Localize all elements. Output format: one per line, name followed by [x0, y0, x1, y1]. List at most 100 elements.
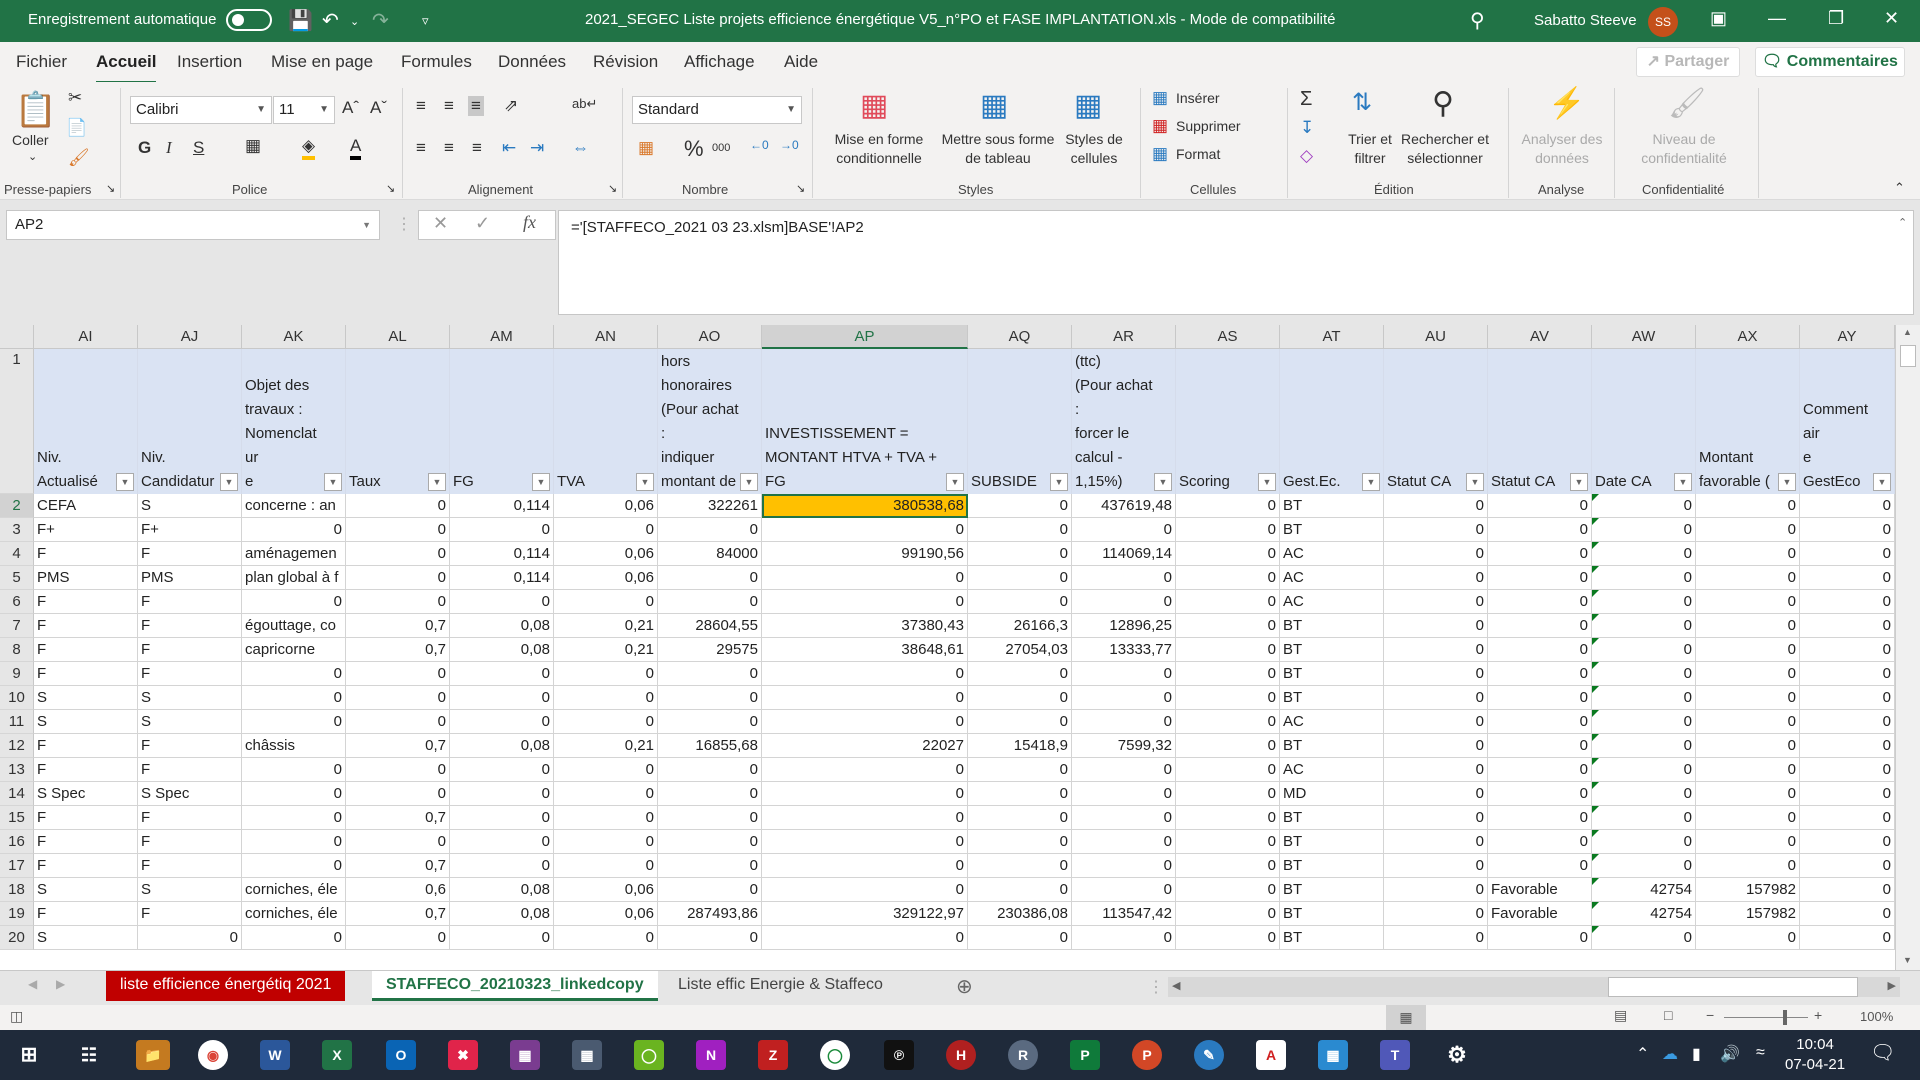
table-cell[interactable]: 0: [658, 806, 762, 830]
table-cell[interactable]: F: [138, 542, 242, 566]
table-cell[interactable]: 0: [968, 806, 1072, 830]
table-cell[interactable]: 0,21: [554, 614, 658, 638]
tab-donnees[interactable]: Données: [498, 52, 566, 72]
vertical-scroll-thumb[interactable]: [1900, 345, 1916, 367]
table-cell[interactable]: 0: [1592, 830, 1696, 854]
share-button[interactable]: ↗ Partager: [1636, 47, 1740, 77]
table-cell[interactable]: 0: [450, 830, 554, 854]
row-header-7[interactable]: 7: [0, 614, 34, 638]
table-cell[interactable]: Favorable: [1488, 902, 1592, 926]
cell-styles-button[interactable]: Styles de cellules: [1058, 130, 1130, 168]
table-header-cell[interactable]: TVA ▼: [554, 349, 658, 494]
table-cell[interactable]: 84000: [658, 542, 762, 566]
table-cell[interactable]: 0: [658, 830, 762, 854]
table-cell[interactable]: F: [34, 590, 138, 614]
table-cell[interactable]: 0: [658, 518, 762, 542]
row-header-2[interactable]: 2: [0, 494, 34, 518]
table-cell[interactable]: 0: [1592, 758, 1696, 782]
table-cell[interactable]: 0: [1488, 662, 1592, 686]
collapse-ribbon-icon[interactable]: ⌃: [1894, 180, 1905, 196]
table-cell[interactable]: 0: [554, 854, 658, 878]
decrease-decimal-icon[interactable]: →0: [780, 138, 799, 152]
table-cell[interactable]: 0: [450, 806, 554, 830]
insert-cells-button[interactable]: Insérer: [1176, 90, 1220, 106]
table-cell[interactable]: 287493,86: [658, 902, 762, 926]
table-cell[interactable]: 0: [554, 782, 658, 806]
table-cell[interactable]: 0: [1800, 830, 1895, 854]
table-cell[interactable]: 0: [1176, 518, 1280, 542]
table-header-cell[interactable]: Date CA ▼: [1592, 349, 1696, 494]
table-cell[interactable]: 0,06: [554, 878, 658, 902]
clear-icon[interactable]: ◇: [1300, 146, 1313, 166]
table-cell[interactable]: F: [34, 830, 138, 854]
table-header-cell[interactable]: Montant emprunt (ttc) (Pour achat : forc…: [1072, 349, 1176, 494]
table-cell[interactable]: 0: [1384, 518, 1488, 542]
table-cell[interactable]: PMS: [34, 566, 138, 590]
dialog-launcher-icon[interactable]: ↘: [796, 182, 805, 195]
delete-cells-icon[interactable]: ▦: [1152, 116, 1168, 136]
filter-dropdown-icon[interactable]: ▼: [1570, 473, 1588, 491]
customize-toolbar-icon[interactable]: ▿: [422, 13, 429, 29]
table-cell[interactable]: 0: [1176, 638, 1280, 662]
delete-cells-button[interactable]: Supprimer: [1176, 118, 1241, 134]
table-cell[interactable]: 0: [450, 518, 554, 542]
table-cell[interactable]: 0: [1176, 806, 1280, 830]
table-cell[interactable]: 0: [1072, 518, 1176, 542]
underline-button[interactable]: S: [193, 138, 204, 158]
table-cell[interactable]: 0: [1384, 614, 1488, 638]
table-cell[interactable]: 0: [1488, 494, 1592, 518]
table-cell[interactable]: 0: [1696, 542, 1800, 566]
filter-dropdown-icon[interactable]: ▼: [1778, 473, 1796, 491]
table-cell[interactable]: F+: [138, 518, 242, 542]
column-header-at[interactable]: AT: [1280, 325, 1384, 349]
dialog-launcher-icon[interactable]: ↘: [386, 182, 395, 195]
tab-accueil[interactable]: Accueil: [96, 52, 157, 84]
table-cell[interactable]: BT: [1280, 686, 1384, 710]
row-header-13[interactable]: 13: [0, 758, 34, 782]
table-cell[interactable]: F: [34, 614, 138, 638]
table-cell[interactable]: 0: [1384, 590, 1488, 614]
table-cell[interactable]: BT: [1280, 926, 1384, 950]
tab-fichier[interactable]: Fichier: [16, 52, 67, 72]
table-cell[interactable]: 0: [1800, 902, 1895, 926]
row-header-11[interactable]: 11: [0, 710, 34, 734]
orientation-icon[interactable]: ⇗: [504, 96, 518, 116]
column-header-ak[interactable]: AK: [242, 325, 346, 349]
increase-decimal-icon[interactable]: ←0: [750, 138, 769, 152]
column-header-ao[interactable]: AO: [658, 325, 762, 349]
table-cell[interactable]: 0: [1176, 758, 1280, 782]
insert-function-icon[interactable]: fx: [523, 212, 536, 233]
table-cell[interactable]: 0: [1072, 566, 1176, 590]
table-cell[interactable]: 0: [346, 782, 450, 806]
row-header-4[interactable]: 4: [0, 542, 34, 566]
table-cell[interactable]: 0: [1384, 782, 1488, 806]
align-top-icon[interactable]: ≡: [416, 96, 426, 116]
table-cell[interactable]: 0: [554, 926, 658, 950]
table-cell[interactable]: 0: [1176, 542, 1280, 566]
table-cell[interactable]: 0: [346, 518, 450, 542]
table-cell[interactable]: 0: [1800, 590, 1895, 614]
table-cell[interactable]: 322261: [658, 494, 762, 518]
table-cell[interactable]: 0: [762, 830, 968, 854]
row-header-17[interactable]: 17: [0, 854, 34, 878]
table-cell[interactable]: 0: [242, 830, 346, 854]
app-icon[interactable]: ◯: [820, 1040, 850, 1070]
project-icon[interactable]: P: [1070, 1040, 1100, 1070]
app-icon[interactable]: R: [1008, 1040, 1038, 1070]
find-select-icon[interactable]: ⚲: [1432, 86, 1454, 121]
table-cell[interactable]: 0: [1800, 710, 1895, 734]
table-cell[interactable]: 230386,08: [968, 902, 1072, 926]
table-cell[interactable]: 0: [1592, 590, 1696, 614]
tab-aide[interactable]: Aide: [784, 52, 818, 72]
table-cell[interactable]: 0: [1488, 518, 1592, 542]
table-cell[interactable]: 0: [1800, 566, 1895, 590]
paste-dropdown-icon[interactable]: ⌄: [28, 150, 37, 163]
save-icon[interactable]: 💾: [288, 8, 313, 33]
table-cell[interactable]: 0: [1176, 782, 1280, 806]
table-cell[interactable]: 0: [968, 662, 1072, 686]
sheet-tab-liste-efficience[interactable]: liste efficience énergétiq 2021: [106, 971, 346, 1001]
filter-dropdown-icon[interactable]: ▼: [1873, 473, 1891, 491]
name-box[interactable]: AP2 ▼: [6, 210, 380, 240]
onedrive-icon[interactable]: ☁: [1662, 1044, 1678, 1064]
sheet-tab-staffeco[interactable]: STAFFECO_20210323_linkedcopy: [372, 971, 658, 1001]
